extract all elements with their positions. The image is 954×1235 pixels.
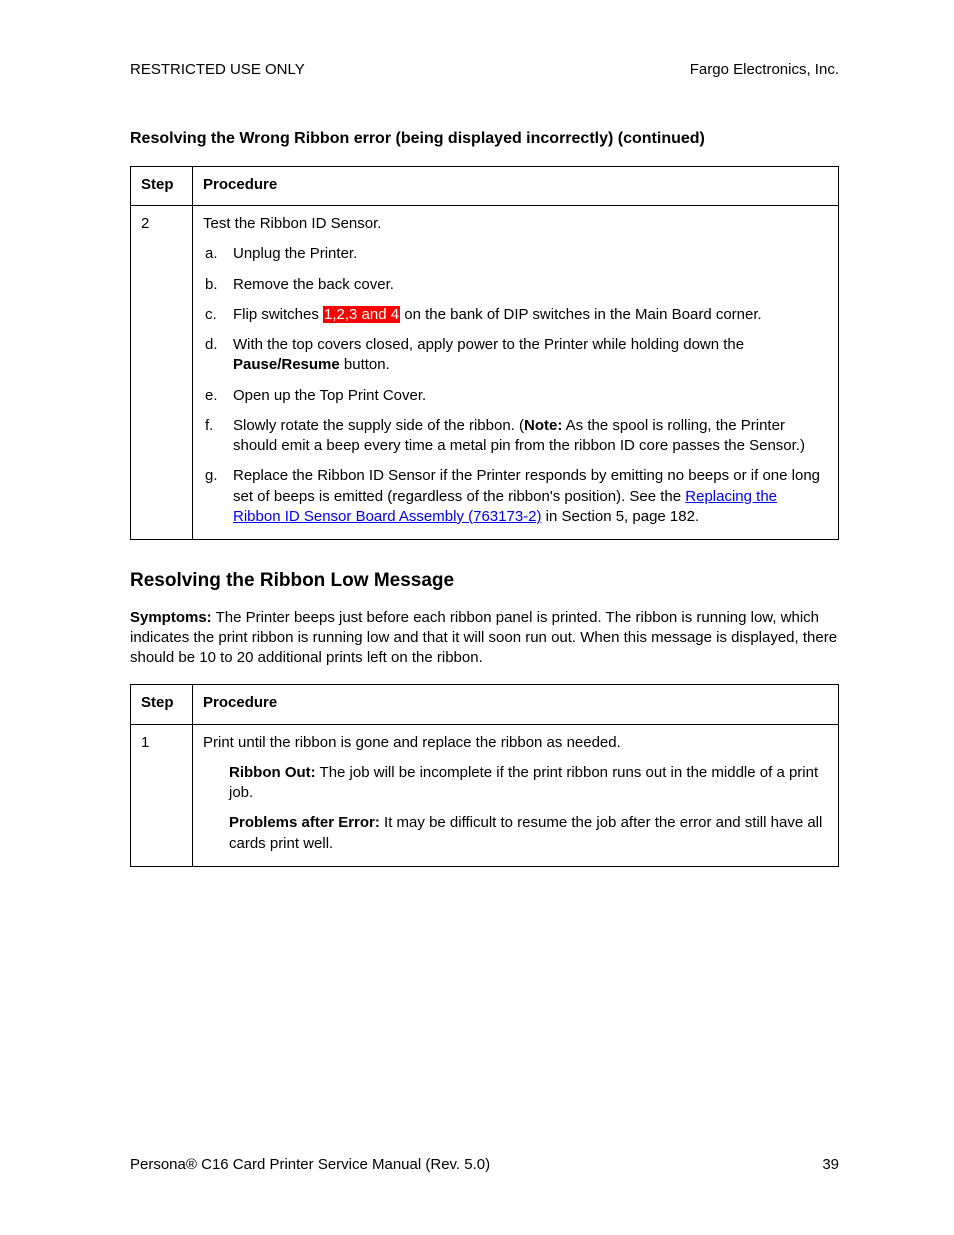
page-footer: Persona® C16 Card Printer Service Manual… xyxy=(130,1155,839,1175)
proc-cell: Print until the ribbon is gone and repla… xyxy=(193,724,839,866)
item-text: Remove the back cover. xyxy=(233,276,394,293)
item-text: Unplug the Printer. xyxy=(233,245,357,262)
proc-list: a. Unplug the Printer. b. Remove the bac… xyxy=(203,244,828,527)
page-header: RESTRICTED USE ONLY Fargo Electronics, I… xyxy=(130,60,839,80)
procedure-table-1: Step Procedure 2 Test the Ribbon ID Sens… xyxy=(130,166,839,540)
item-label: f. xyxy=(205,416,213,436)
item-label: g. xyxy=(205,466,218,486)
table-header-row: Step Procedure xyxy=(131,166,839,205)
col-step-header: Step xyxy=(131,166,193,205)
footer-left: Persona® C16 Card Printer Service Manual… xyxy=(130,1155,490,1175)
col-proc-header: Procedure xyxy=(193,166,839,205)
table-row: 1 Print until the ribbon is gone and rep… xyxy=(131,724,839,866)
highlight-text: 1,2,3 and 4 xyxy=(323,306,400,323)
note-block: Ribbon Out: The job will be incomplete i… xyxy=(203,763,828,854)
note-line: Problems after Error: It may be difficul… xyxy=(229,813,828,854)
list-item: f. Slowly rotate the supply side of the … xyxy=(203,416,828,457)
item-text: With the top covers closed, apply power … xyxy=(233,336,744,373)
procedure-table-2: Step Procedure 1 Print until the ribbon … xyxy=(130,684,839,867)
step-cell: 1 xyxy=(131,724,193,866)
item-label: d. xyxy=(205,335,218,355)
symptoms-text: The Printer beeps just before each ribbo… xyxy=(130,609,837,667)
page-number: 39 xyxy=(822,1155,839,1175)
registered-icon: ® xyxy=(186,1156,197,1173)
section-title-1: Resolving the Wrong Ribbon error (being … xyxy=(130,128,839,150)
header-left: RESTRICTED USE ONLY xyxy=(130,60,305,80)
list-item: g. Replace the Ribbon ID Sensor if the P… xyxy=(203,466,828,527)
proc-intro: Test the Ribbon ID Sensor. xyxy=(203,214,828,234)
item-text: Replace the Ribbon ID Sensor if the Prin… xyxy=(233,467,820,525)
table-header-row: Step Procedure xyxy=(131,685,839,724)
list-item: c. Flip switches 1,2,3 and 4 on the bank… xyxy=(203,305,828,325)
col-step-header: Step xyxy=(131,685,193,724)
item-text: Slowly rotate the supply side of the rib… xyxy=(233,417,805,454)
page: RESTRICTED USE ONLY Fargo Electronics, I… xyxy=(0,0,954,1235)
list-item: a. Unplug the Printer. xyxy=(203,244,828,264)
section-title-2: Resolving the Ribbon Low Message xyxy=(130,568,839,594)
proc-intro: Print until the ribbon is gone and repla… xyxy=(203,733,828,753)
note-line: Ribbon Out: The job will be incomplete i… xyxy=(229,763,828,804)
item-text: Open up the Top Print Cover. xyxy=(233,387,426,404)
item-label: a. xyxy=(205,244,218,264)
col-proc-header: Procedure xyxy=(193,685,839,724)
symptoms-label: Symptoms: xyxy=(130,609,212,626)
header-right: Fargo Electronics, Inc. xyxy=(690,60,839,80)
list-item: e. Open up the Top Print Cover. xyxy=(203,386,828,406)
list-item: d. With the top covers closed, apply pow… xyxy=(203,335,828,376)
item-label: b. xyxy=(205,275,218,295)
proc-cell: Test the Ribbon ID Sensor. a. Unplug the… xyxy=(193,206,839,540)
step-cell: 2 xyxy=(131,206,193,540)
symptoms-para: Symptoms: The Printer beeps just before … xyxy=(130,608,839,669)
item-text: Flip switches 1,2,3 and 4 on the bank of… xyxy=(233,306,762,323)
list-item: b. Remove the back cover. xyxy=(203,275,828,295)
item-label: e. xyxy=(205,386,218,406)
table-row: 2 Test the Ribbon ID Sensor. a. Unplug t… xyxy=(131,206,839,540)
item-label: c. xyxy=(205,305,217,325)
